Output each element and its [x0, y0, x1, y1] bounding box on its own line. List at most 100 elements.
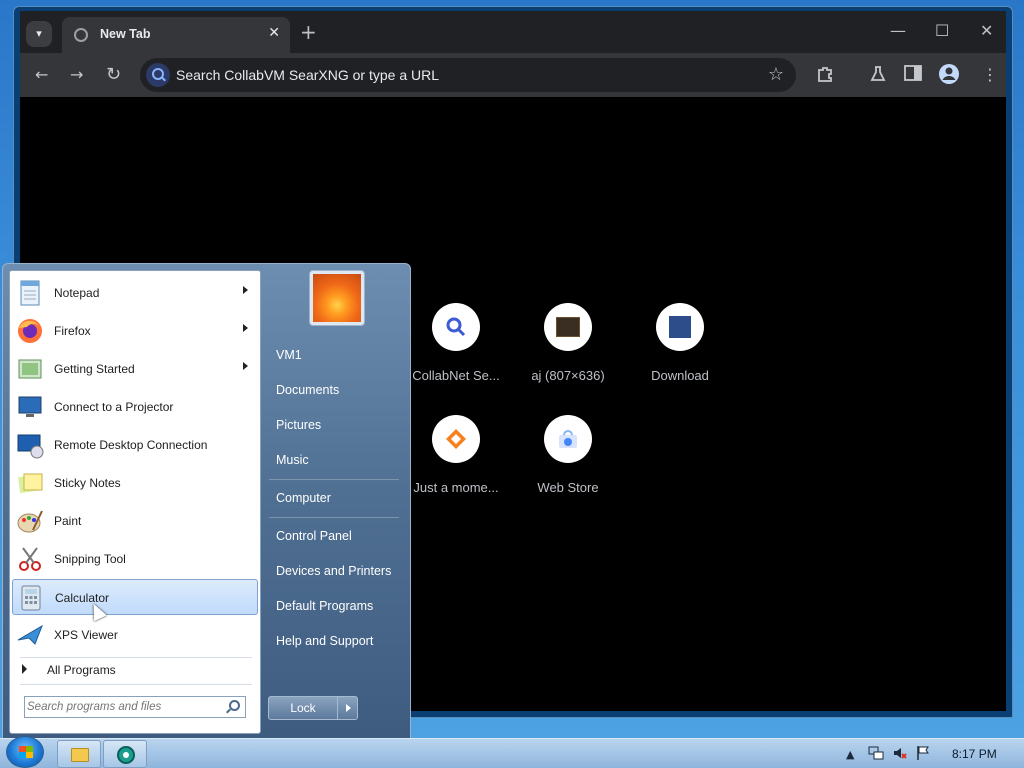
close-window-button[interactable]: ✕	[980, 21, 993, 40]
browser-toolbar: ← → ↻ Search CollabVM SearXNG or type a …	[20, 53, 1006, 97]
taskbar-clock[interactable]: 8:17 PM	[952, 747, 997, 761]
shortcut-label: Download	[651, 368, 709, 383]
program-item-getting-started[interactable]: Getting Started	[12, 351, 258, 387]
xps-viewer-icon	[15, 620, 45, 650]
program-item-calculator[interactable]: Calculator	[12, 579, 258, 615]
reload-button[interactable]: ↻	[106, 65, 121, 85]
maximize-button[interactable]: ☐	[935, 21, 949, 40]
shortcut-tile[interactable]: Just a mome...	[401, 415, 511, 495]
menu-kebab-icon[interactable]: ⋮	[982, 65, 998, 85]
program-item-remote-desktop-connection[interactable]: Remote Desktop Connection	[12, 427, 258, 463]
back-button[interactable]: ←	[35, 65, 48, 85]
getting-started-icon	[15, 354, 45, 384]
shutdown-options-arrow-icon[interactable]	[337, 697, 357, 719]
program-label: Snipping Tool	[54, 552, 126, 566]
submenu-arrow-icon[interactable]	[243, 324, 248, 332]
all-programs-link[interactable]: All Programs	[22, 663, 116, 677]
tab-search-button[interactable]: ▾	[26, 21, 52, 47]
projector-icon	[15, 392, 45, 422]
start-link-documents[interactable]: Documents	[276, 383, 339, 397]
diamond-icon	[432, 415, 480, 463]
address-bar-placeholder: Search CollabVM SearXNG or type a URL	[176, 67, 439, 83]
address-bar[interactable]: Search CollabVM SearXNG or type a URL ☆	[140, 58, 796, 92]
sticky-notes-icon	[15, 468, 45, 498]
folder-icon	[71, 748, 89, 762]
network-icon[interactable]	[868, 745, 884, 764]
bookmark-star-icon[interactable]: ☆	[768, 64, 784, 85]
tab-strip: ▾ New Tab ✕ + — ☐ ✕	[20, 11, 1006, 53]
forward-button[interactable]: →	[70, 65, 83, 85]
labs-flask-icon[interactable]	[870, 65, 886, 88]
taskbar-chrome-button[interactable]	[103, 740, 147, 768]
start-search-box[interactable]	[24, 696, 246, 718]
start-link-vm1[interactable]: VM1	[276, 348, 302, 362]
calculator-icon	[16, 583, 46, 613]
start-link-music[interactable]: Music	[276, 453, 309, 467]
triangle-right-icon	[22, 664, 27, 674]
show-hidden-icon[interactable]: ▲	[846, 748, 854, 761]
lock-label: Lock	[290, 701, 316, 715]
program-label: Connect to a Projector	[54, 400, 174, 414]
minimize-button[interactable]: —	[890, 21, 906, 40]
search-icon[interactable]	[229, 700, 240, 711]
search-icon	[146, 63, 170, 87]
start-link-help-and-support[interactable]: Help and Support	[276, 634, 373, 648]
program-item-notepad[interactable]: Notepad	[12, 275, 258, 311]
search-icon	[432, 303, 480, 351]
shortcut-tile[interactable]: CollabNet Se...	[401, 303, 511, 383]
user-picture[interactable]	[309, 270, 365, 326]
notepad-icon	[15, 278, 45, 308]
start-menu: Notepad Firefox Getting Started Connect …	[2, 263, 411, 739]
taskbar: ▲ 8:17 PM	[0, 738, 1024, 768]
snipping-tool-icon	[15, 544, 45, 574]
taskbar-explorer-button[interactable]	[57, 740, 101, 768]
program-item-snipping-tool[interactable]: Snipping Tool	[12, 541, 258, 577]
shortcut-label: Web Store	[537, 480, 599, 495]
program-label: Getting Started	[54, 362, 135, 376]
extensions-icon[interactable]	[816, 65, 834, 88]
program-label: Paint	[54, 514, 82, 528]
submenu-arrow-icon[interactable]	[243, 362, 248, 370]
divider	[20, 684, 252, 685]
start-link-default-programs[interactable]: Default Programs	[276, 599, 373, 613]
profile-avatar-icon[interactable]	[938, 63, 960, 90]
program-label: Firefox	[54, 324, 91, 338]
all-programs-label: All Programs	[47, 663, 116, 677]
thumbnail-icon	[656, 303, 704, 351]
flower-avatar-icon	[313, 274, 361, 322]
start-search-input[interactable]	[27, 698, 223, 716]
web-store-icon	[544, 415, 592, 463]
action-center-flag-icon[interactable]	[916, 745, 930, 764]
shortcut-tile[interactable]: Download	[625, 303, 735, 383]
paint-icon	[15, 506, 45, 536]
start-link-control-panel[interactable]: Control Panel	[276, 529, 352, 543]
shortcut-label: CollabNet Se...	[412, 368, 500, 383]
program-item-firefox[interactable]: Firefox	[12, 313, 258, 349]
program-item-connect-to-a-projector[interactable]: Connect to a Projector	[12, 389, 258, 425]
start-link-devices-and-printers[interactable]: Devices and Printers	[276, 564, 391, 578]
program-label: XPS Viewer	[54, 628, 118, 642]
program-label: Notepad	[54, 286, 100, 300]
submenu-arrow-icon[interactable]	[243, 286, 248, 294]
start-link-pictures[interactable]: Pictures	[276, 418, 321, 432]
browser-icon	[117, 746, 135, 764]
program-label: Sticky Notes	[54, 476, 121, 490]
volume-muted-icon[interactable]	[892, 745, 908, 764]
tab-close-icon[interactable]: ✕	[268, 25, 280, 41]
shortcut-tile[interactable]: Web Store	[513, 415, 623, 495]
divider	[20, 657, 252, 658]
lock-button[interactable]: Lock	[268, 696, 358, 720]
windows-logo-icon	[19, 746, 33, 758]
thumbnail-icon	[544, 303, 592, 351]
start-button[interactable]	[6, 736, 44, 768]
new-tab-button[interactable]: +	[300, 21, 317, 43]
divider	[269, 517, 399, 518]
program-item-xps-viewer[interactable]: XPS Viewer	[12, 617, 258, 653]
side-panel-icon[interactable]	[904, 65, 922, 86]
program-item-sticky-notes[interactable]: Sticky Notes	[12, 465, 258, 501]
tab-new-tab[interactable]: New Tab ✕	[62, 17, 290, 53]
start-link-computer[interactable]: Computer	[276, 491, 331, 505]
tab-title: New Tab	[100, 27, 151, 41]
shortcut-tile[interactable]: aj (807×636)	[513, 303, 623, 383]
program-item-paint[interactable]: Paint	[12, 503, 258, 539]
